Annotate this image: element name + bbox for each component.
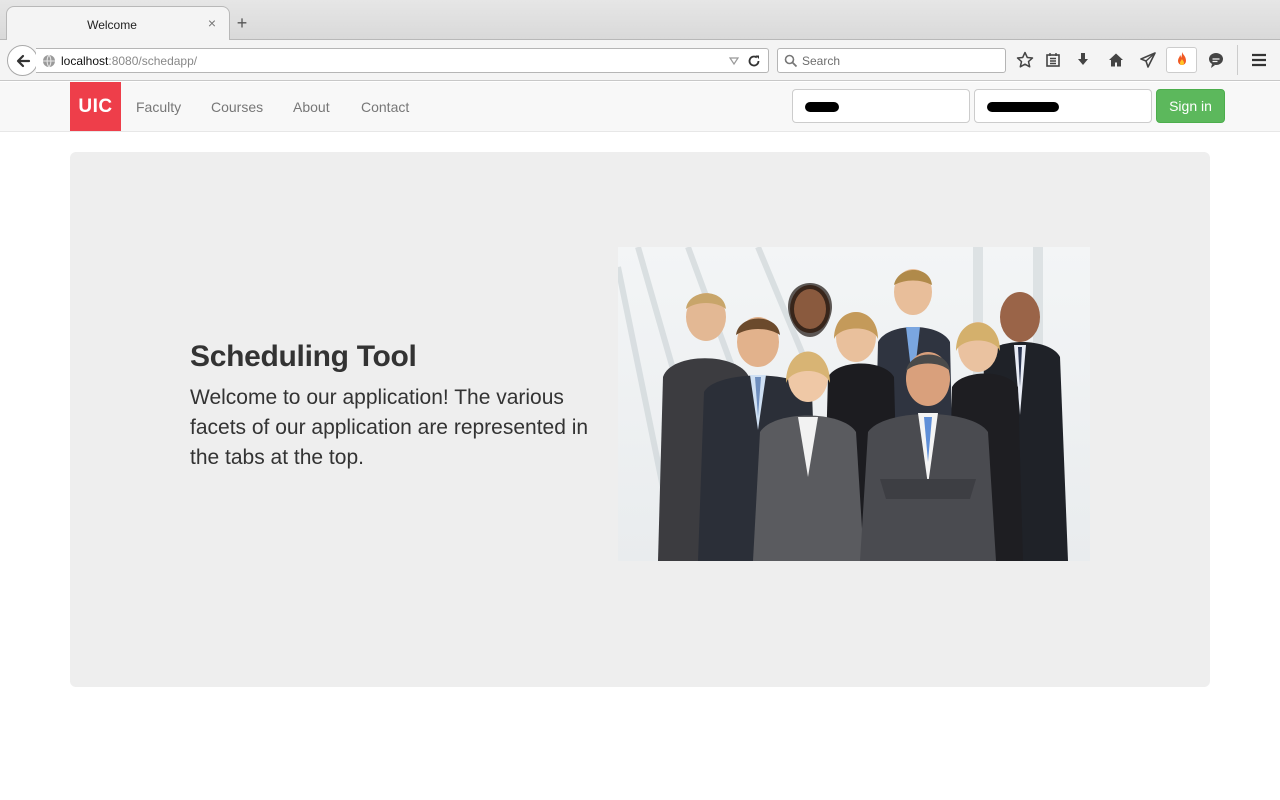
brand-logo[interactable]: UIC [70,82,121,131]
nav-link-faculty[interactable]: Faculty [136,99,181,115]
url-path: :8080/schedapp/ [108,54,198,68]
back-button[interactable] [7,45,38,76]
jumbotron: Scheduling Tool Welcome to our applicati… [70,152,1210,687]
welcome-text: Welcome to our application! The various … [190,386,589,469]
redacted-value [987,102,1059,112]
fire-extension-button[interactable] [1166,47,1197,73]
site-navbar: UIC Faculty Courses About Contact Sign i… [0,82,1280,132]
search-input[interactable] [802,52,1000,70]
new-tab-button[interactable]: + [234,14,250,32]
toolbar-separator [1237,45,1238,75]
fire-extension-icon [1177,52,1186,65]
search-bar[interactable] [777,48,1006,73]
browser-tab-welcome[interactable]: Welcome × [6,6,230,41]
team-photo [618,247,1090,561]
back-arrow-icon [16,54,30,67]
dropdown-icon[interactable] [728,55,740,67]
globe-icon [43,54,55,68]
browser-toolbar: localhost:8080/schedapp/ [0,40,1280,81]
send-icon[interactable] [1138,50,1158,70]
url-host: localhost [61,54,109,68]
url-text: localhost:8080/schedapp/ [61,54,197,68]
tab-close-icon[interactable]: × [205,16,219,30]
sign-in-button[interactable]: Sign in [1156,89,1225,123]
download-icon[interactable] [1073,50,1093,70]
reload-icon[interactable] [747,54,761,68]
home-icon[interactable] [1106,50,1126,70]
password-field[interactable] [974,89,1152,123]
username-field[interactable] [792,89,970,123]
browser-tabstrip: Welcome × + [0,0,1280,41]
url-bar[interactable]: localhost:8080/schedapp/ [36,48,769,73]
nav-link-about[interactable]: About [293,99,330,115]
menu-icon[interactable] [1249,50,1269,70]
star-icon[interactable] [1015,50,1035,70]
tab-title: Welcome [87,18,137,32]
nav-link-contact[interactable]: Contact [361,99,409,115]
reading-list-icon[interactable] [1043,50,1063,70]
page-title: Scheduling Tool [190,340,417,373]
search-icon [784,54,798,68]
chat-icon[interactable] [1206,50,1226,70]
redacted-value [805,102,839,112]
nav-link-courses[interactable]: Courses [211,99,263,115]
